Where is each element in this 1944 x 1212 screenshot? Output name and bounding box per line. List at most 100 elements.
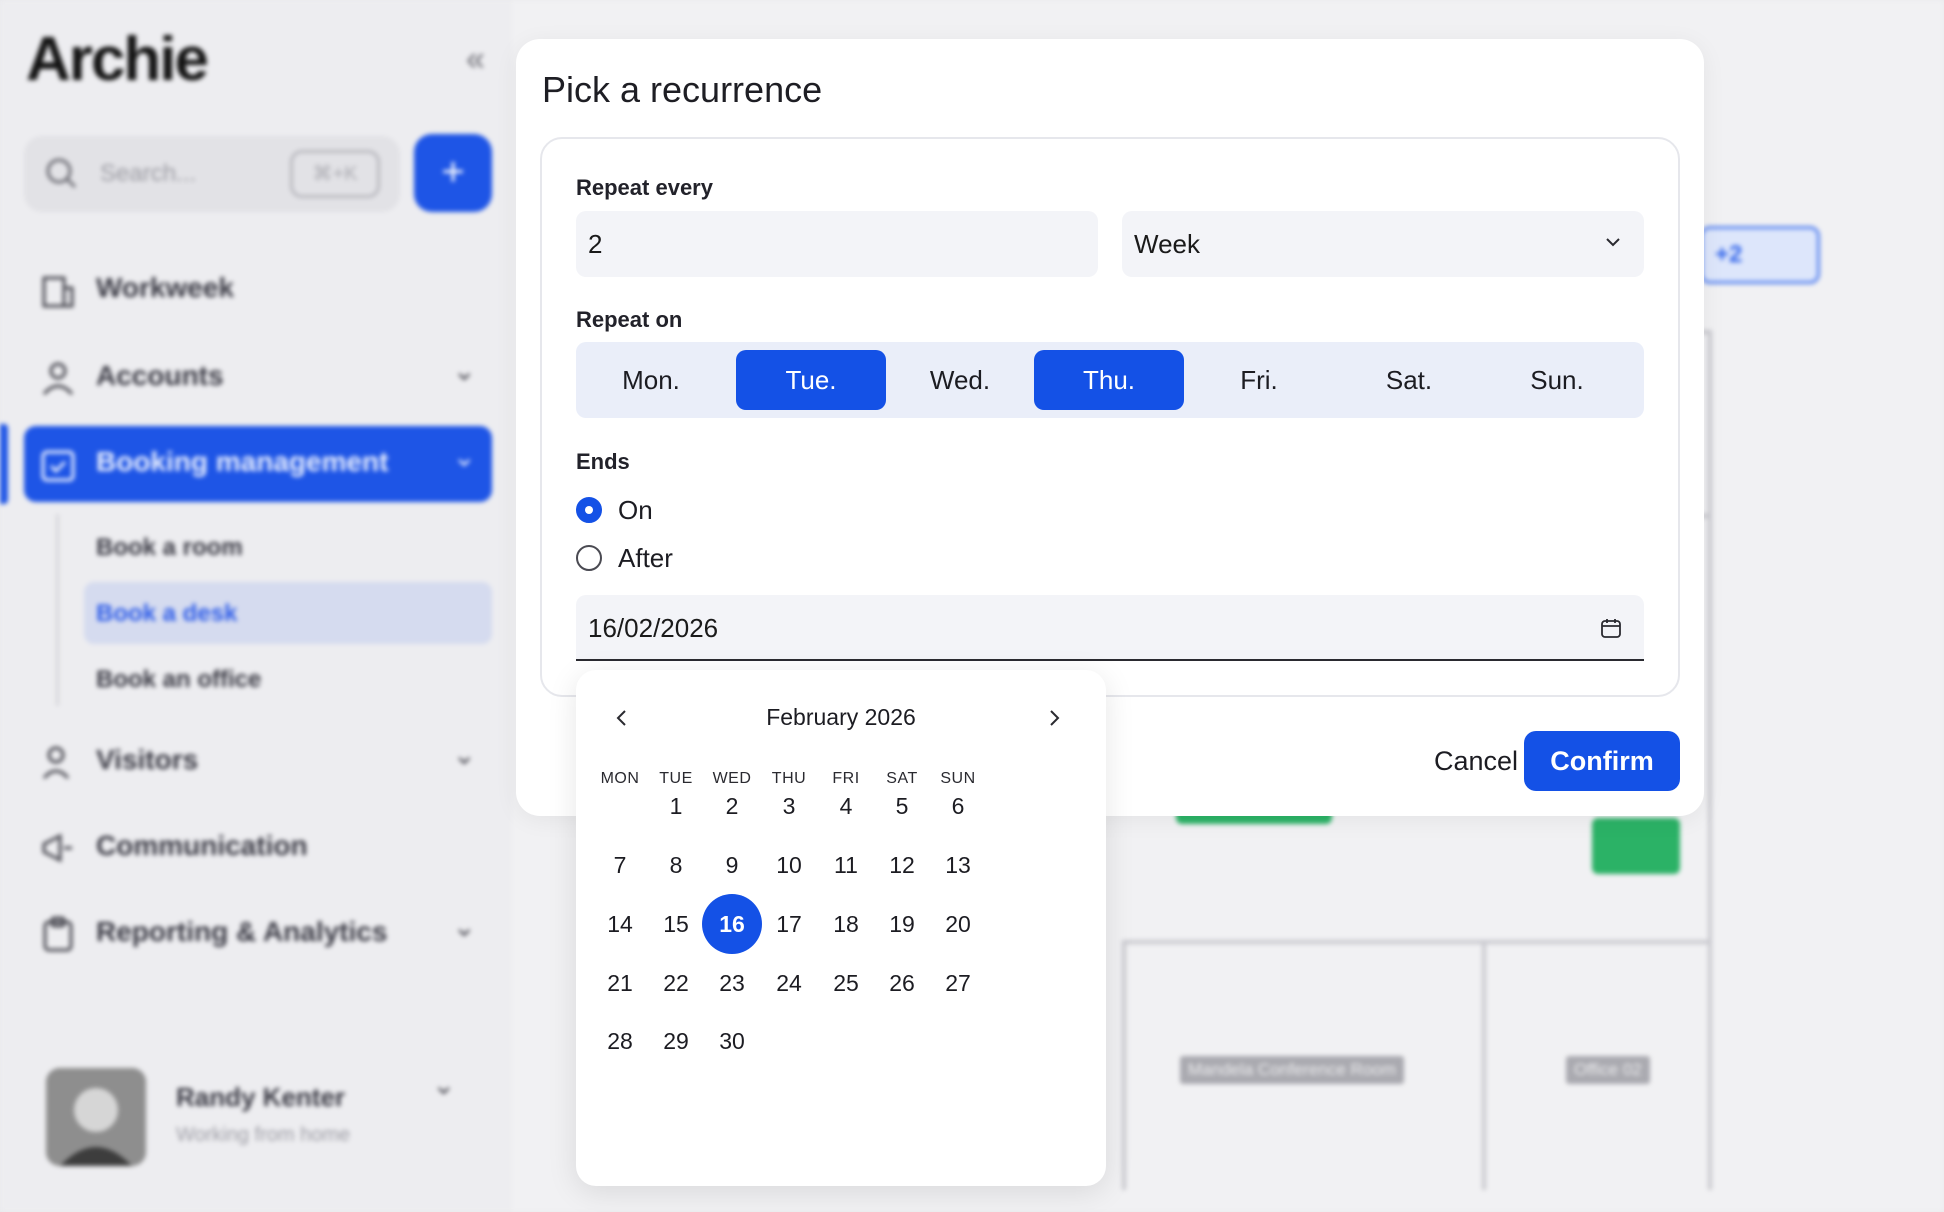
day-sat[interactable]: Sat. xyxy=(1334,350,1484,410)
calendar-day[interactable]: 30 xyxy=(702,1011,762,1071)
add-button[interactable]: + xyxy=(414,134,492,212)
chevron-down-icon xyxy=(1606,238,1620,247)
day-mon[interactable]: Mon. xyxy=(576,350,726,410)
sidebar-subitem-book-office[interactable]: Book an office xyxy=(84,648,492,710)
calendar-day[interactable]: 29 xyxy=(646,1011,706,1071)
calendar-day[interactable]: 25 xyxy=(816,953,876,1013)
date-picker: February 2026 MON TUE WED THU FRI SAT SUN 1234… xyxy=(576,670,1106,1186)
search-icon xyxy=(46,158,77,189)
calendar-day[interactable]: 3 xyxy=(759,776,819,836)
ends-on-label: On xyxy=(618,495,653,525)
calendar-day[interactable]: 5 xyxy=(872,776,932,836)
search-placeholder: Search... xyxy=(100,160,197,187)
chevron-down-icon: ⌄ xyxy=(452,441,476,472)
visitor-icon xyxy=(42,746,70,780)
radio-unchecked-icon[interactable] xyxy=(576,545,602,571)
sidebar-subitem-book-desk[interactable]: Book a desk xyxy=(84,582,492,644)
calendar-day[interactable]: 18 xyxy=(816,894,876,954)
calendar-day[interactable]: 19 xyxy=(872,894,932,954)
sidebar-item-communication[interactable]: Communication xyxy=(24,810,492,886)
recurrence-form: Repeat every Week Repeat on Mon. Tue. We… xyxy=(540,137,1680,697)
day-wed[interactable]: Wed. xyxy=(885,350,1035,410)
sidebar-item-reporting[interactable]: Reporting & Analytics ⌄ xyxy=(24,896,492,972)
building-icon xyxy=(42,276,74,308)
active-indicator xyxy=(0,424,8,504)
calendar-month-label: February 2026 xyxy=(766,704,916,730)
calendar-day[interactable]: 28 xyxy=(590,1011,650,1071)
calendar-day[interactable]: 26 xyxy=(872,953,932,1013)
calendar-day[interactable]: 11 xyxy=(816,835,876,895)
calendar-icon[interactable] xyxy=(1600,617,1622,639)
sidebar-subitem-label: Book an office xyxy=(96,666,262,693)
sidebar-item-accounts[interactable]: Accounts ⌄ xyxy=(24,340,492,416)
sidebar-item-visitors[interactable]: Visitors ⌄ xyxy=(24,724,492,800)
submenu-line xyxy=(56,514,59,706)
sidebar-item-booking-management[interactable]: Booking management ⌄ xyxy=(24,426,492,502)
end-date-input[interactable]: 16/02/2026 xyxy=(576,595,1644,661)
calendar-day[interactable]: 24 xyxy=(759,953,819,1013)
room-label: Mandela Conference Room xyxy=(1180,1056,1404,1084)
sidebar-subitem-book-room[interactable]: Book a room xyxy=(84,516,492,578)
calendar-day[interactable]: 21 xyxy=(590,953,650,1013)
sidebar-item-label: Booking management xyxy=(96,446,389,477)
repeat-unit-value: Week xyxy=(1134,229,1200,259)
sidebar-subitem-label: Book a room xyxy=(96,534,243,561)
repeat-every-label: Repeat every xyxy=(576,175,713,200)
user-name: Randy Kenter xyxy=(176,1082,346,1112)
search-input[interactable]: Search... ⌘+K xyxy=(24,136,400,212)
repeat-every-input[interactable] xyxy=(576,211,1098,277)
day-sun[interactable]: Sun. xyxy=(1482,350,1632,410)
sidebar-item-workweek[interactable]: Workweek xyxy=(24,252,492,328)
calendar-day[interactable]: 20 xyxy=(928,894,988,954)
sidebar-item-label: Communication xyxy=(96,830,308,861)
radio-checked-icon[interactable] xyxy=(576,497,602,523)
sidebar: Archie « Search... ⌘+K + Workweek Accoun… xyxy=(0,0,512,1212)
calendar-day[interactable]: 9 xyxy=(702,835,762,895)
calendar-day[interactable]: 22 xyxy=(646,953,706,1013)
sidebar-item-label: Accounts xyxy=(96,360,224,391)
calendar-day[interactable]: 7 xyxy=(590,835,650,895)
day-fri[interactable]: Fri. xyxy=(1184,350,1334,410)
search-shortcut: ⌘+K xyxy=(290,150,380,198)
ends-label: Ends xyxy=(576,449,630,474)
calendar-day[interactable]: 4 xyxy=(816,776,876,836)
calendar-day[interactable]: 1 xyxy=(646,776,706,836)
day-tue[interactable]: Tue. xyxy=(736,350,886,410)
ends-after-label: After xyxy=(618,543,673,573)
end-date-value: 16/02/2026 xyxy=(588,613,719,643)
repeat-unit-select[interactable]: Week xyxy=(1122,211,1644,277)
collapse-sidebar-icon[interactable]: « xyxy=(466,40,485,79)
chevron-down-icon: ⌄ xyxy=(452,355,476,386)
calendar-day-selected[interactable]: 16 xyxy=(702,894,762,954)
sidebar-item-label: Workweek xyxy=(96,272,234,303)
calendar-day[interactable]: 17 xyxy=(759,894,819,954)
chevron-down-icon: ⌄ xyxy=(452,739,476,770)
megaphone-icon xyxy=(42,833,72,863)
calendar-day[interactable]: 13 xyxy=(928,835,988,895)
chevron-right-icon[interactable] xyxy=(1042,706,1066,730)
chevron-down-icon: ⌄ xyxy=(452,911,476,942)
chevron-down-icon[interactable]: ⌄ xyxy=(432,1068,455,1101)
calendar-day[interactable]: 15 xyxy=(646,894,706,954)
day-thu[interactable]: Thu. xyxy=(1034,350,1184,410)
repeat-on-label: Repeat on xyxy=(576,307,683,332)
avatar[interactable] xyxy=(46,1068,146,1166)
calendar-day[interactable]: 27 xyxy=(928,953,988,1013)
user-status: Working from home xyxy=(176,1124,351,1146)
app-logo: Archie xyxy=(26,25,209,94)
weekday-label: MON xyxy=(600,770,640,787)
confirm-button[interactable]: Confirm xyxy=(1524,731,1680,791)
filter-pill[interactable]: +2 xyxy=(1700,226,1820,284)
calendar-day[interactable]: 2 xyxy=(702,776,762,836)
calendar-day[interactable]: 12 xyxy=(872,835,932,895)
user-icon xyxy=(42,362,74,396)
calendar-day[interactable]: 8 xyxy=(646,835,706,895)
sidebar-item-label: Visitors xyxy=(96,744,199,775)
calendar-day[interactable]: 23 xyxy=(702,953,762,1013)
calendar-day[interactable]: 10 xyxy=(759,835,819,895)
calendar-day[interactable]: 6 xyxy=(928,776,988,836)
calendar-check-icon xyxy=(41,450,75,482)
sidebar-subitem-label: Book a desk xyxy=(96,600,238,627)
modal-title: Pick a recurrence xyxy=(542,69,823,110)
calendar-day[interactable]: 14 xyxy=(590,894,650,954)
